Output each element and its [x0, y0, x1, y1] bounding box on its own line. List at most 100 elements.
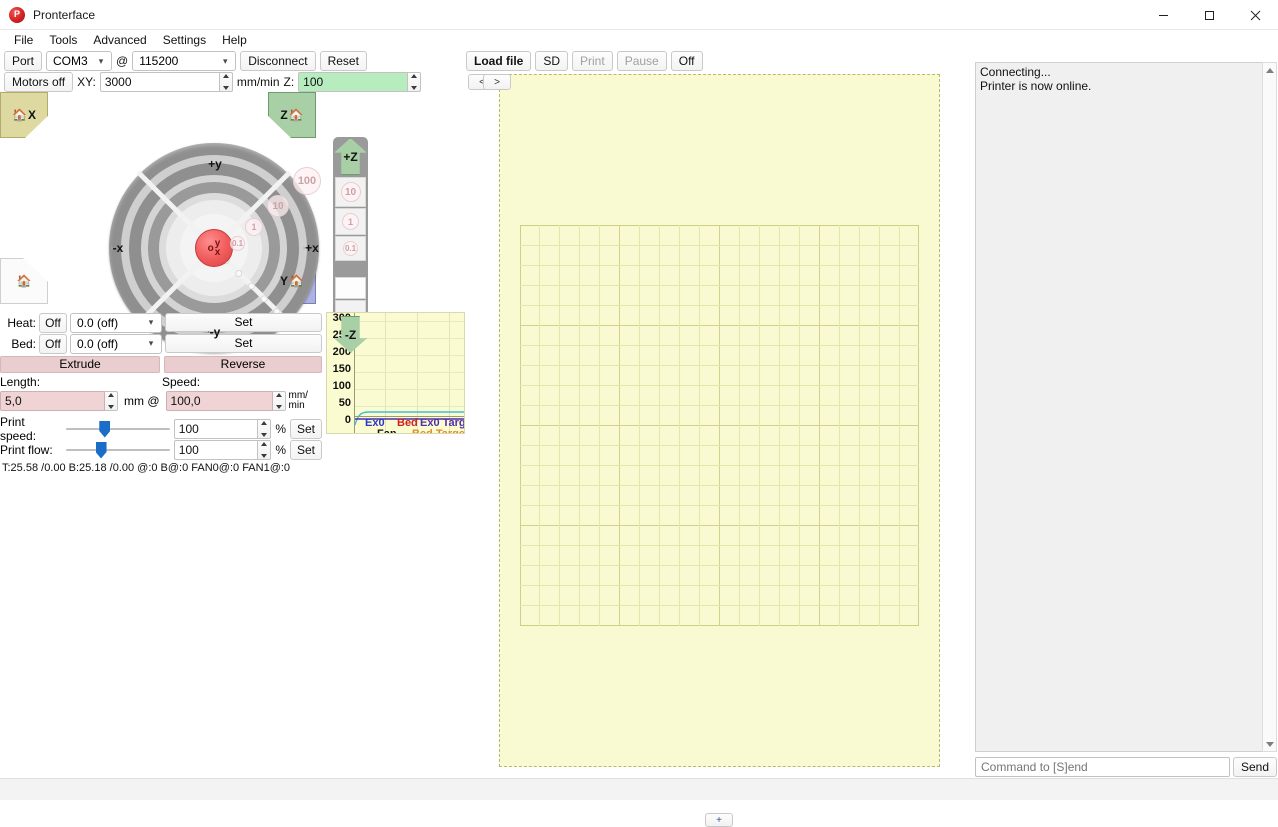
z-step-1-segment[interactable]: 1 [335, 208, 366, 235]
print-flow-label: Print flow: [0, 442, 53, 457]
y-tick-150: 150 [332, 363, 351, 375]
maximize-icon[interactable] [1186, 0, 1232, 30]
model-viewer-panel: Load file SD Print Pause Off < [466, 50, 974, 800]
console-scrollbar[interactable] [1262, 62, 1277, 752]
baud-select-value: 115200 [139, 54, 179, 68]
extrude-length-input[interactable]: 5,0 [0, 391, 105, 411]
command-input[interactable] [975, 757, 1230, 777]
port-select-value: COM3 [53, 54, 88, 68]
xy-feedrate-input[interactable]: 3000 [99, 72, 220, 92]
home-icon: 🏠 [289, 274, 304, 288]
speed-label: Speed: [162, 375, 201, 389]
close-icon[interactable] [1232, 0, 1278, 30]
z-feedrate-stepper[interactable] [408, 72, 422, 92]
send-button[interactable]: Send [1232, 757, 1277, 777]
bed-set-button[interactable]: Set [165, 334, 322, 353]
jog-minus-y-label: -y [209, 325, 221, 339]
extruder-section: Extrude Reverse Length: Speed: 5,0 mm @ … [0, 356, 322, 411]
motors-row: Motors off XY: 3000 mm/min Z: 100 [4, 72, 422, 92]
heat-set-button[interactable]: Set [165, 313, 322, 332]
extrude-length-stepper[interactable] [105, 391, 118, 411]
heat-temp-value: 0.0 (off) [77, 315, 119, 330]
z-feedrate-label: Z: [283, 75, 295, 89]
z-blank-segment-1[interactable] [335, 277, 366, 299]
menu-item-settings[interactable]: Settings [155, 31, 214, 49]
z-step-1: 1 [342, 213, 359, 230]
bed-temp-value: 0.0 (off) [77, 336, 119, 351]
print-speed-stepper[interactable] [258, 418, 272, 439]
scroll-down-arrow-icon[interactable] [1263, 737, 1276, 751]
add-object-button[interactable]: + [705, 813, 733, 827]
heat-off-button[interactable]: Off [39, 312, 67, 333]
baud-select[interactable]: 115200 ▾ [132, 51, 237, 71]
home-y-label: Y [280, 274, 289, 288]
reset-button[interactable]: Reset [319, 51, 367, 71]
scroll-up-arrow-icon[interactable] [1263, 63, 1276, 77]
bed-off-button[interactable]: Off [39, 333, 67, 354]
jog-step-100[interactable]: 100 [293, 167, 321, 195]
print-speed-percent-label: % [275, 421, 286, 436]
print-speed-input[interactable]: 100 [173, 418, 259, 439]
z-step-10-segment[interactable]: 10 [335, 177, 366, 207]
heaters-section: Heat: Off 0.0 (off) ▾ Set Bed: Off 0.0 (… [0, 312, 322, 354]
console-log[interactable]: Connecting... Printer is now online. [975, 62, 1265, 752]
print-flow-set-button[interactable]: Set [289, 439, 322, 460]
bed-row: Bed: Off 0.0 (off) ▾ Set [0, 333, 322, 354]
jog-center-home-button[interactable]: o y x [195, 229, 233, 267]
print-speed-slider[interactable] [65, 420, 170, 438]
menu-bar: File Tools Advanced Settings Help [0, 30, 1278, 50]
jog-step-10[interactable]: 10 [267, 195, 289, 217]
build-plate[interactable] [499, 74, 940, 767]
monitor-off-button[interactable]: Off [670, 51, 703, 71]
print-speed-row: Print speed: 100 % Set [0, 415, 322, 443]
minimize-icon[interactable] [1140, 0, 1186, 30]
z-feedrate-input[interactable]: 100 [298, 72, 409, 92]
jog-step-1[interactable]: 1 [245, 218, 263, 236]
jog-plus-x-button[interactable]: +x [295, 231, 327, 265]
heat-row: Heat: Off 0.0 (off) ▾ Set [0, 312, 322, 333]
print-speed-set-button[interactable]: Set [289, 418, 322, 439]
menu-item-file[interactable]: File [6, 31, 41, 49]
jog-center-x-label: x [214, 247, 221, 258]
print-flow-input[interactable]: 100 [173, 439, 259, 460]
reverse-button[interactable]: Reverse [164, 356, 322, 373]
xy-feedrate-stepper[interactable] [219, 72, 233, 92]
load-file-button[interactable]: Load file [466, 51, 532, 71]
chevron-down-icon: ▾ [222, 55, 228, 66]
menu-item-tools[interactable]: Tools [41, 31, 85, 49]
home-x-button[interactable]: 🏠 X [0, 92, 48, 138]
jog-minus-x-label: -x [112, 241, 124, 255]
feedrate-units-label: mm/min [236, 75, 280, 89]
menu-item-advanced[interactable]: Advanced [85, 31, 154, 49]
print-flow-stepper[interactable] [258, 439, 272, 460]
jog-plus-z-button[interactable]: +Z [334, 138, 367, 175]
chevron-down-icon: ▾ [98, 55, 104, 66]
heat-temp-select[interactable]: 0.0 (off) ▾ [70, 312, 162, 333]
port-button[interactable]: Port [4, 51, 43, 71]
extrude-speed-input[interactable]: 100,0 [165, 391, 273, 411]
jog-step-0.1[interactable]: 0.1 [230, 236, 245, 251]
motors-off-button[interactable]: Motors off [4, 72, 74, 92]
command-row: Send [975, 757, 1277, 777]
jog-minus-x-button[interactable]: -x [101, 231, 133, 265]
extrude-speed-stepper[interactable] [272, 391, 286, 411]
port-select[interactable]: COM3 ▾ [46, 51, 113, 71]
print-flow-slider[interactable] [65, 441, 170, 459]
menu-item-help[interactable]: Help [214, 31, 255, 49]
z-step-0.1: 0.1 [343, 241, 358, 256]
z-step-0.1-segment[interactable]: 0.1 [335, 236, 366, 261]
build-plate-grid [520, 225, 919, 626]
pronterface-logo-icon [9, 6, 25, 23]
console-line: Printer is now online. [980, 79, 1092, 93]
jog-plus-y-button[interactable]: +y [196, 149, 232, 179]
home-all-button[interactable]: 🏠 [0, 258, 48, 304]
sd-button[interactable]: SD [535, 51, 569, 71]
home-icon: 🏠 [12, 108, 27, 122]
extrude-button[interactable]: Extrude [0, 356, 160, 373]
temperature-status-line: T:25.58 /0.00 B:25.18 /0.00 @:0 B@:0 FAN… [2, 462, 291, 474]
bed-label: Bed: [11, 336, 36, 351]
disconnect-button[interactable]: Disconnect [240, 51, 316, 71]
bed-temp-select[interactable]: 0.0 (off) ▾ [70, 333, 162, 354]
collapse-right-button[interactable]: > [483, 74, 511, 90]
home-z-button[interactable]: Z 🏠 [268, 92, 316, 138]
